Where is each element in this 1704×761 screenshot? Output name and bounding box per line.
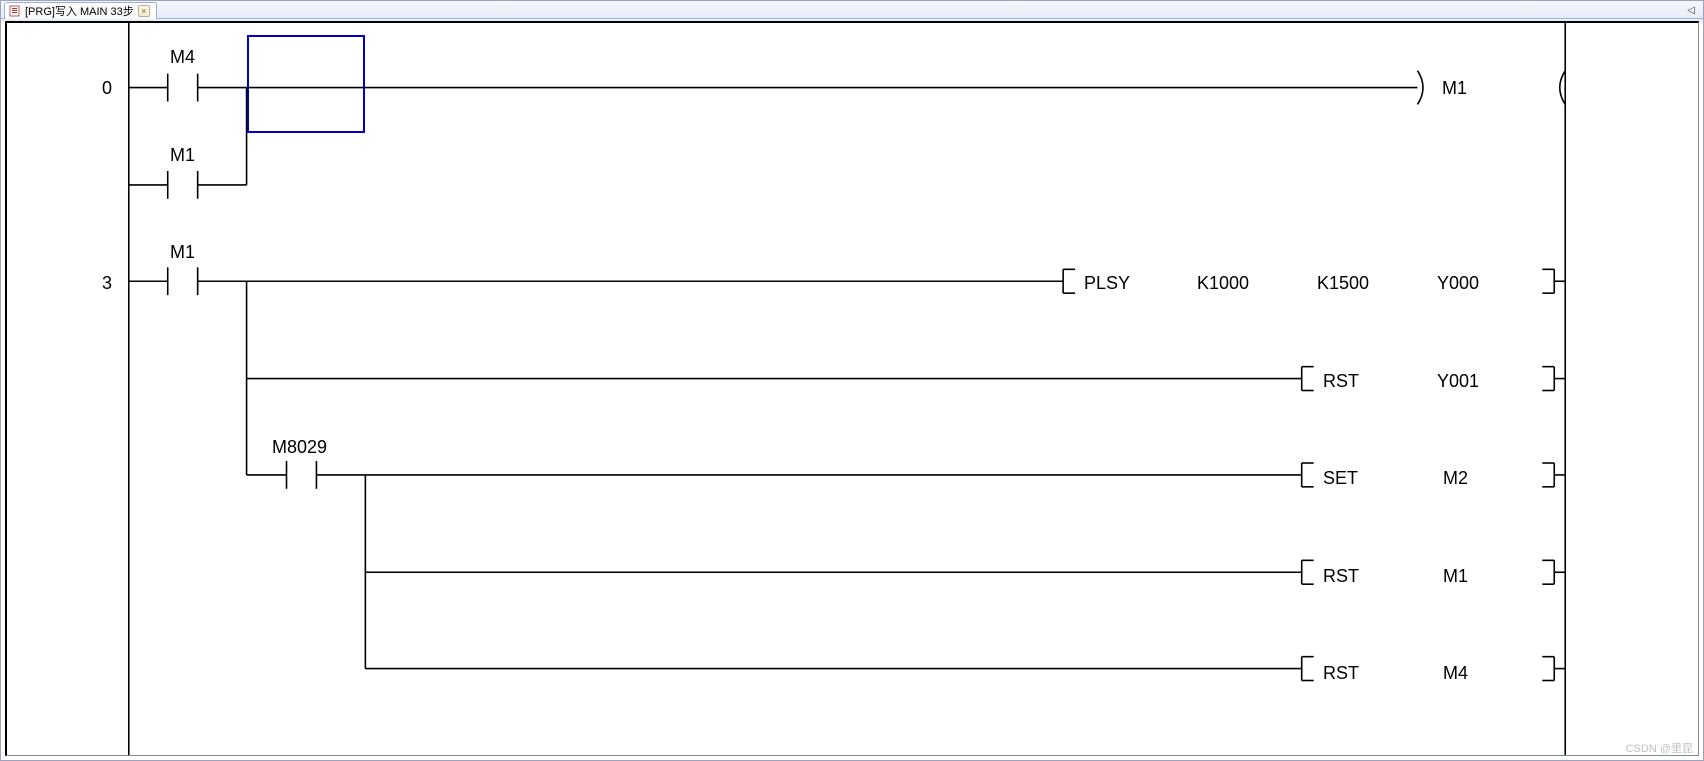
tab-document-icon [9, 5, 21, 17]
tab-bar: [PRG]写入 MAIN 33步 × ◁ [1, 1, 1703, 19]
document-tab[interactable]: [PRG]写入 MAIN 33步 × [4, 2, 157, 19]
tab-close-button[interactable]: × [138, 5, 150, 17]
nav-left-icon[interactable]: ◁ [1685, 3, 1697, 18]
watermark: CSDN @里昆 [1626, 740, 1693, 756]
app-frame: [PRG]写入 MAIN 33步 × ◁ 0 3 M4 M1 M1 M8029 … [0, 0, 1704, 761]
tab-title: [PRG]写入 MAIN 33步 [25, 3, 134, 19]
ladder-diagram: 0 3 M4 M1 M1 M8029 M1 PLSY K1000 K1500 Y… [7, 23, 1698, 755]
ladder-workspace[interactable]: 0 3 M4 M1 M1 M8029 M1 PLSY K1000 K1500 Y… [5, 21, 1699, 756]
ladder-wiring [7, 23, 1698, 755]
